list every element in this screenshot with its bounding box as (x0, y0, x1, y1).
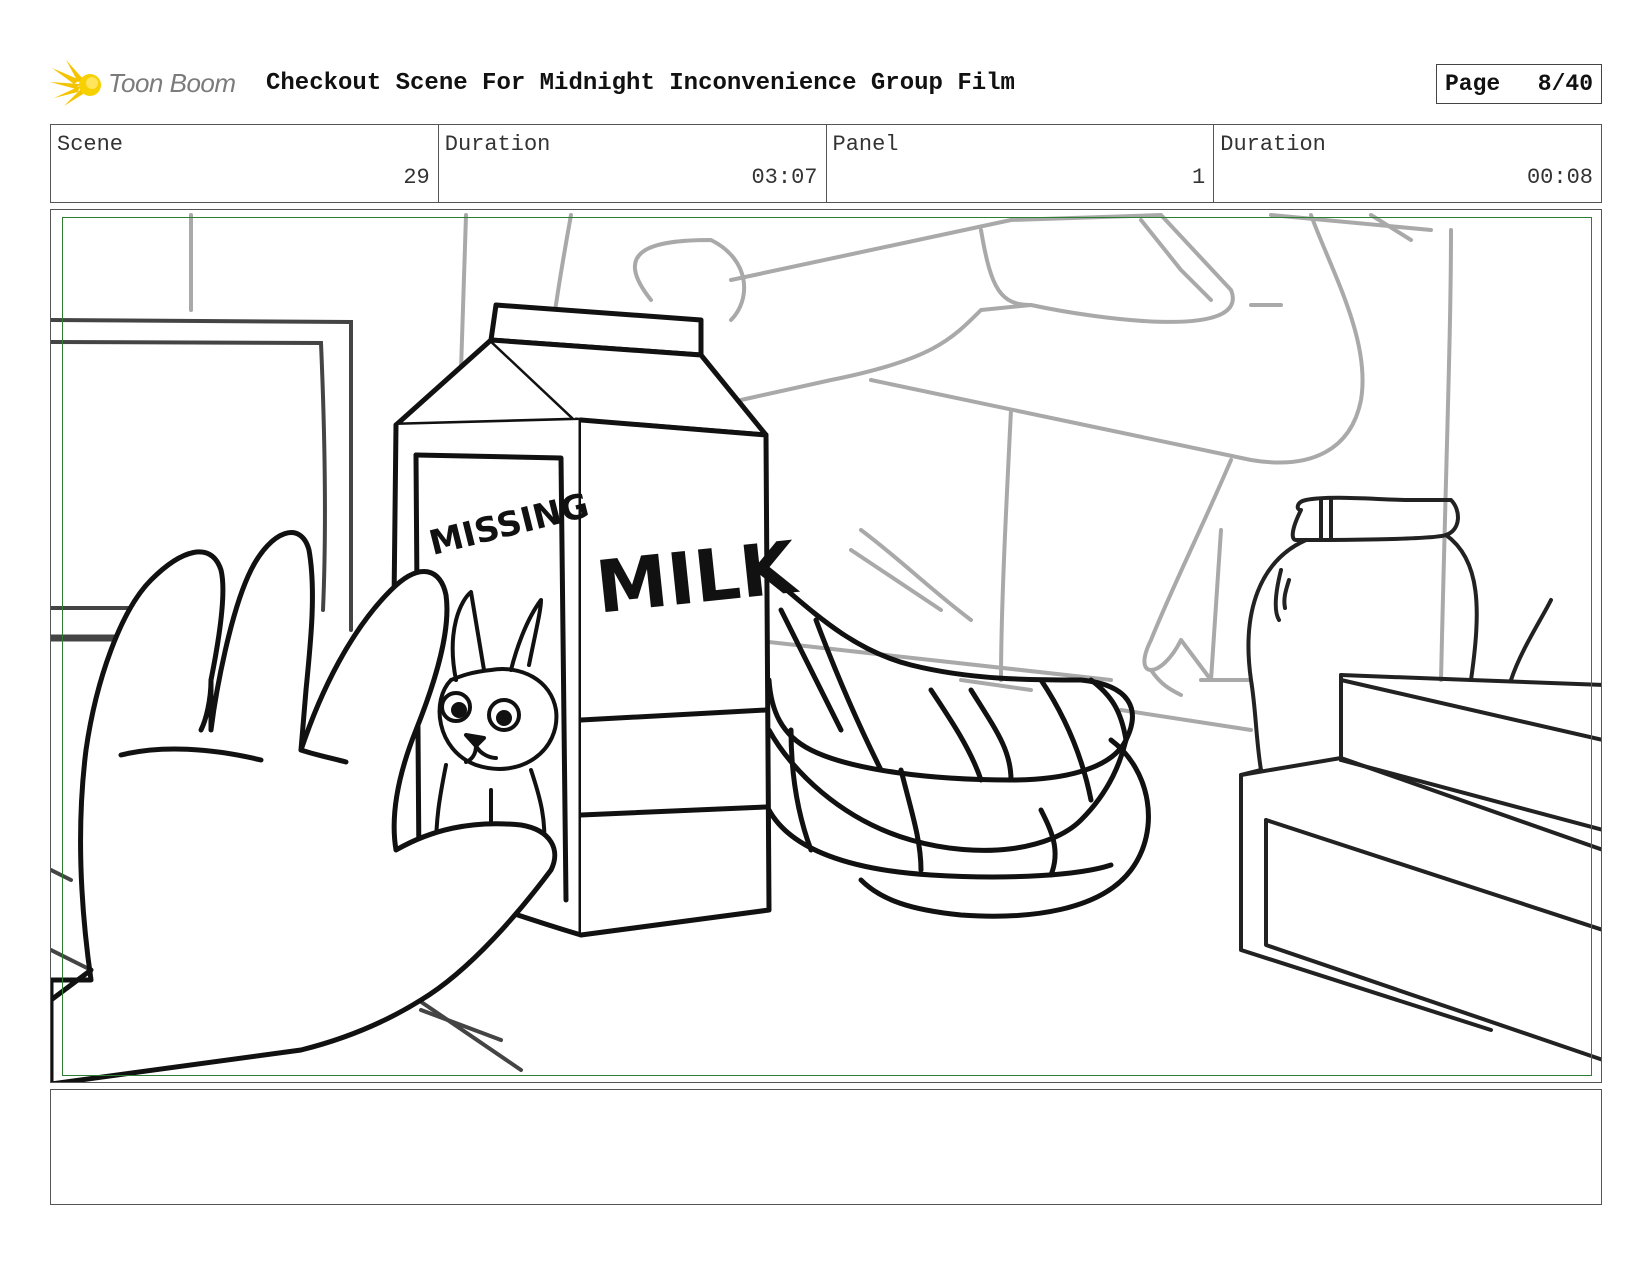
page-label: Page (1445, 71, 1501, 97)
storyboard-panel: MISSING MILK (50, 209, 1602, 1083)
page-header: Toon Boom Checkout Scene For Midnight In… (50, 58, 1602, 108)
project-title: Checkout Scene For Midnight Inconvenienc… (266, 70, 1015, 97)
panel-duration-cell: Duration 00:08 (1214, 125, 1601, 202)
scene-duration-label: Duration (444, 132, 551, 157)
page-number: 8/40 (1537, 71, 1593, 97)
scene-value: 29 (403, 165, 430, 190)
panel-duration-value: 00:08 (1526, 165, 1593, 190)
panel-notes (50, 1089, 1602, 1205)
right-counter-objects (1239, 495, 1601, 1062)
panel-duration-label: Duration (1220, 132, 1326, 157)
toon-boom-logo-icon (50, 60, 101, 106)
panel-label: Panel (832, 132, 899, 157)
toon-boom-logo: Toon Boom (50, 58, 250, 108)
scene-info-bar: Scene 29 Duration 03:07 Panel 1 Duration… (50, 124, 1602, 203)
panel-drawing: MISSING MILK (51, 213, 1601, 1082)
page-indicator: Page 8/40 (1436, 64, 1602, 104)
panel-value: 1 (1192, 165, 1206, 190)
panel-cell: Panel 1 (827, 125, 1215, 202)
logo-text: Toon Boom (108, 68, 236, 98)
scene-duration-cell: Duration 03:07 (439, 125, 827, 202)
scene-label: Scene (57, 132, 124, 157)
scene-cell: Scene 29 (51, 125, 439, 202)
scene-duration-value: 03:07 (751, 165, 818, 190)
cat-tail (766, 572, 1151, 919)
